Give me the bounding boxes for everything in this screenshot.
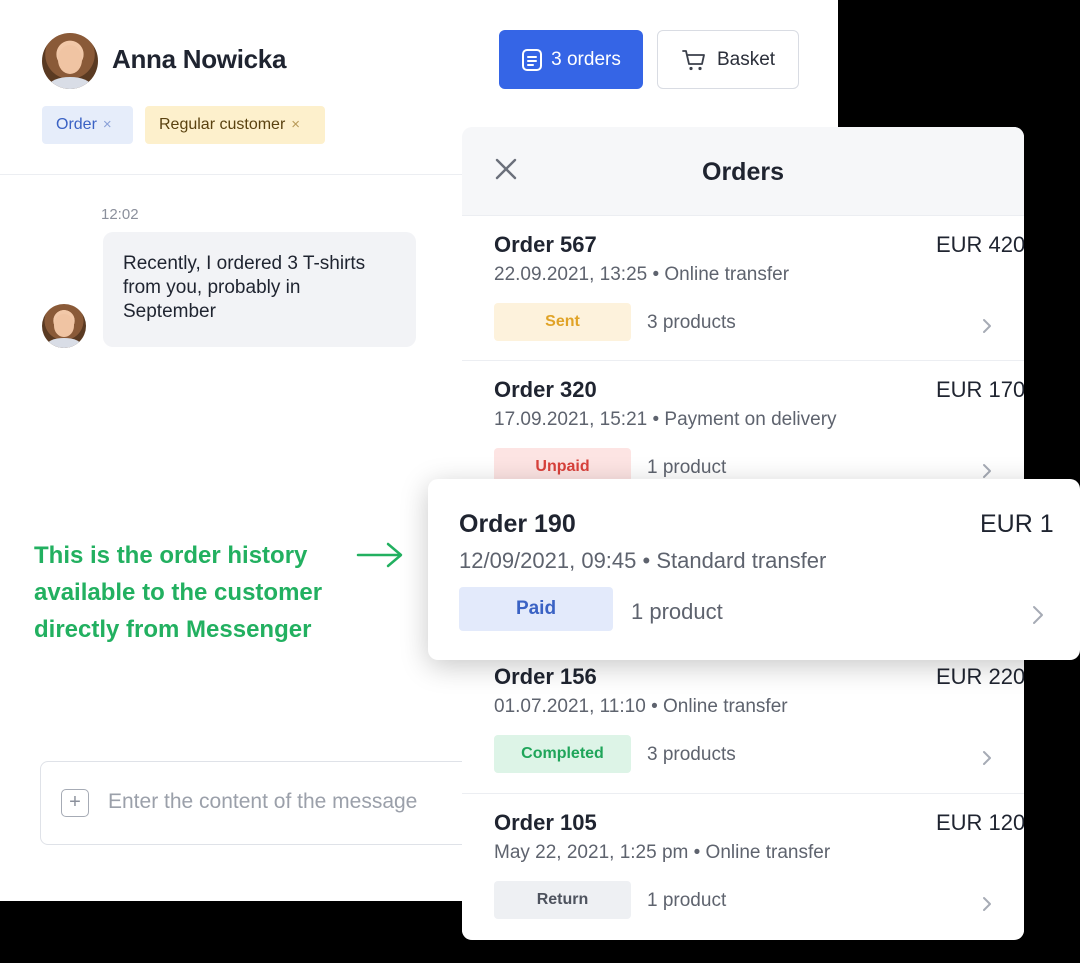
message-time: 12:02: [101, 206, 139, 223]
tag-label: Order: [56, 116, 97, 133]
status-badge: Completed: [494, 735, 631, 773]
message-bubble: Recently, I ordered 3 T-shirts from you,…: [103, 232, 416, 347]
basket-button[interactable]: Basket: [657, 30, 799, 89]
add-attachment-icon[interactable]: +: [61, 789, 89, 817]
close-icon[interactable]: ×: [103, 116, 112, 133]
document-icon: [522, 48, 543, 71]
order-row[interactable]: Order 156 EUR 220 01.07.2021, 11:10 • On…: [462, 647, 1024, 793]
order-row-highlighted[interactable]: Order 190 EUR 1 12/09/2021, 09:45 • Stan…: [428, 479, 1080, 660]
chevron-right-icon[interactable]: [1032, 605, 1044, 625]
product-count: 3 products: [647, 744, 736, 765]
order-amount: EUR 170: [936, 377, 1024, 402]
chevron-right-icon[interactable]: [982, 318, 992, 334]
status-badge: Return: [494, 881, 631, 919]
cart-icon: [682, 49, 705, 70]
product-count: 1 product: [631, 599, 723, 624]
order-amount: EUR 120: [936, 810, 1024, 835]
order-meta: 12/09/2021, 09:45 • Standard transfer: [459, 548, 827, 573]
tag-order[interactable]: Order ×: [42, 106, 133, 144]
promo-text: This is the order history available to t…: [34, 542, 323, 643]
chevron-right-icon[interactable]: [982, 463, 992, 479]
product-count: 1 product: [647, 890, 727, 911]
order-amount: EUR 420: [936, 232, 1024, 257]
orders-title: Orders: [702, 158, 784, 186]
order-meta: 17.09.2021, 15:21 • Payment on delivery: [494, 409, 837, 430]
chevron-right-icon[interactable]: [982, 896, 992, 912]
tag-label: Regular customer: [159, 116, 286, 133]
close-icon[interactable]: ×: [291, 116, 300, 133]
order-name: Order 156: [494, 664, 597, 689]
orders-header: Orders: [462, 127, 1024, 215]
orders-button-label: 3 orders: [551, 48, 621, 70]
order-meta: 01.07.2021, 11:10 • Online transfer: [494, 696, 788, 717]
order-amount: EUR 1: [980, 510, 1054, 538]
order-row[interactable]: Order 105 EUR 120 May 22, 2021, 1:25 pm …: [462, 793, 1024, 939]
status-badge: Paid: [459, 587, 613, 631]
product-count: 1 product: [647, 457, 727, 478]
orders-button[interactable]: 3 orders: [499, 30, 643, 89]
order-name: Order 190: [459, 510, 576, 538]
chevron-right-icon[interactable]: [982, 750, 992, 766]
message-avatar: [42, 304, 86, 348]
order-name: Order 567: [494, 232, 597, 257]
order-name: Order 320: [494, 377, 597, 402]
customer-avatar: [42, 33, 98, 89]
order-amount: EUR 220: [936, 664, 1024, 689]
tag-regular-customer[interactable]: Regular customer ×: [145, 106, 325, 144]
product-count: 3 products: [647, 312, 736, 333]
order-row[interactable]: Order 567 EUR 420 22.09.2021, 13:25 • On…: [462, 215, 1024, 361]
order-meta: May 22, 2021, 1:25 pm • Online transfer: [494, 842, 831, 863]
header-divider: [0, 174, 462, 175]
customer-name: Anna Nowicka: [112, 44, 287, 74]
status-badge: Sent: [494, 303, 631, 341]
message-composer[interactable]: + Enter the content of the message: [40, 761, 480, 845]
message-input-placeholder[interactable]: Enter the content of the message: [108, 790, 417, 814]
arrow-right-icon: [356, 542, 403, 568]
order-meta: 22.09.2021, 13:25 • Online transfer: [494, 264, 790, 285]
basket-button-label: Basket: [716, 48, 776, 70]
order-name: Order 105: [494, 810, 597, 835]
